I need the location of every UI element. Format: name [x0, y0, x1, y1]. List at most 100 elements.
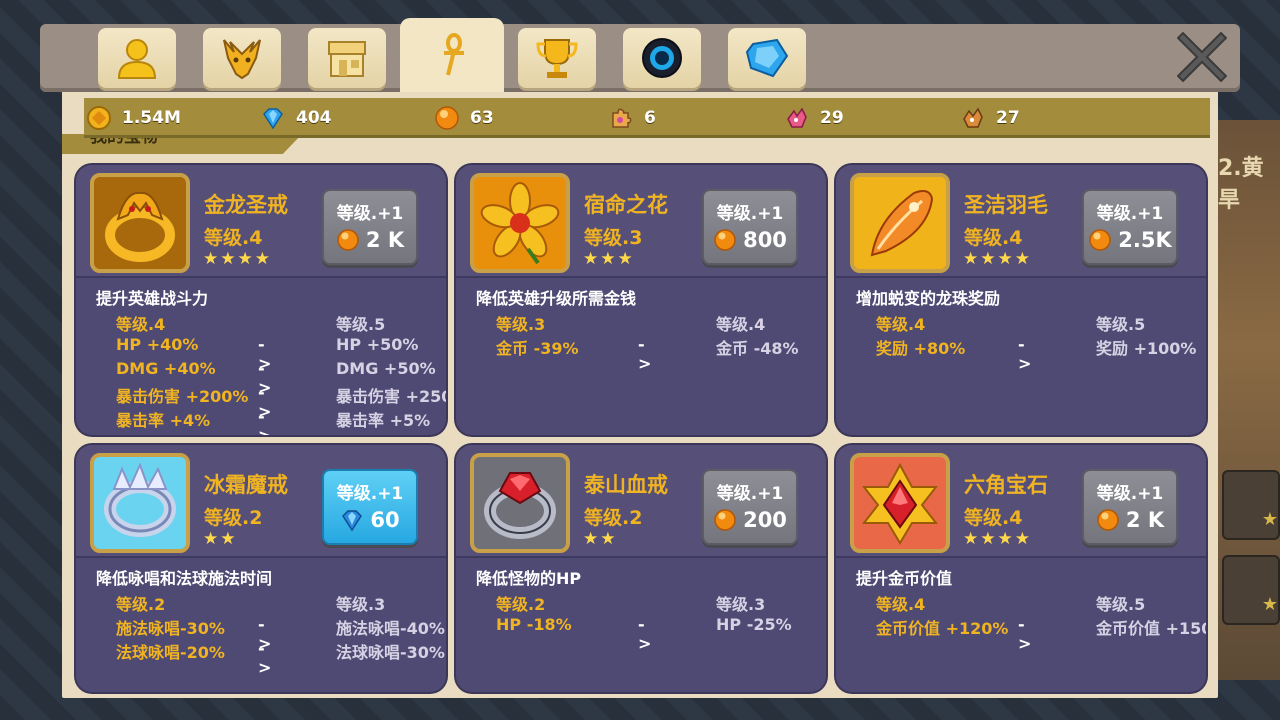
stat-arrow: ->	[258, 639, 272, 677]
stat-arrow: ->	[258, 407, 271, 435]
stat-next: 奖励 +100%	[1096, 339, 1197, 358]
item-icon-frame[interactable]	[850, 453, 950, 553]
treasure-card: 宿命之花 等级.3 ★★★ 等级.+1 800 降低英雄升级所需金钱 等级.3 等…	[456, 165, 826, 435]
dragon-head-icon	[223, 39, 261, 80]
stat-next: 等级.3	[336, 595, 386, 614]
item-name: 金龙圣戒	[204, 193, 288, 217]
gold-coin-icon	[87, 106, 111, 130]
golden-dragon-ring-icon	[105, 191, 175, 262]
shop-stall-icon	[328, 41, 366, 77]
stat-arrow: ->	[1018, 335, 1032, 373]
dragon-ball-icon	[337, 229, 359, 251]
background-slot: ★	[1222, 555, 1280, 625]
stat-current: 暴击伤害 +200%	[116, 387, 249, 406]
treasure-card: 六角宝石 等级.4 ★★★★ 等级.+1 2 K 提升金币价值 等级.4 等级.5…	[836, 445, 1206, 692]
tab-orb[interactable]	[623, 28, 701, 88]
upgrade-button[interactable]: 等级.+1 2.5K	[1082, 189, 1178, 265]
item-name: 圣洁羽毛	[964, 193, 1048, 217]
close-button[interactable]	[1174, 30, 1230, 84]
upgrade-button[interactable]: 等级.+1 200	[702, 469, 798, 545]
item-level: 等级.2	[584, 507, 643, 529]
dragon-ball-icon	[714, 229, 736, 251]
upgrade-label: 等级.+1	[1096, 484, 1164, 504]
blood-ring-icon	[484, 472, 556, 539]
tab-dragon[interactable]	[203, 28, 281, 88]
item-icon-frame[interactable]	[470, 453, 570, 553]
item-level: 等级.4	[204, 227, 263, 249]
item-level: 等级.3	[584, 227, 643, 249]
currency-diamond: 404	[260, 98, 332, 138]
upgrade-label: 等级.+1	[336, 484, 404, 504]
tab-shop[interactable]	[308, 28, 386, 88]
item-level: 等级.2	[204, 507, 263, 529]
stat-current: 等级.4	[876, 315, 926, 334]
upgrade-label: 等级.+1	[1096, 204, 1164, 224]
cost-value: 60	[370, 508, 400, 532]
close-icon	[1177, 32, 1227, 82]
cost-value: 800	[743, 228, 787, 252]
item-stars: ★★★★	[963, 249, 1032, 269]
currency-value: 27	[996, 108, 1020, 128]
upgrade-button[interactable]: 等级.+1 2 K	[322, 189, 418, 265]
brown-creature-icon	[963, 107, 983, 128]
upgrade-cost: 2.5K	[1084, 228, 1176, 252]
tab-achievements[interactable]	[518, 28, 596, 88]
holy-feather-icon	[870, 190, 934, 257]
stat-current: 暴击率 +4%	[116, 411, 211, 430]
currency-puzzle: 6	[608, 98, 656, 138]
item-level: 等级.4	[964, 507, 1023, 529]
trophy-icon	[536, 39, 578, 78]
stat-next: 等级.4	[716, 315, 766, 334]
stat-current: 施法咏唱-30%	[116, 619, 225, 638]
stat-current: 等级.2	[496, 595, 546, 614]
item-description: 降低咏唱和法球施法时间	[96, 569, 273, 588]
currency-value: 63	[470, 108, 494, 128]
dragon-ball-icon	[714, 509, 736, 531]
tab-treasure[interactable]	[400, 18, 504, 92]
cost-value: 200	[743, 508, 787, 532]
upgrade-button[interactable]: 等级.+1 60	[322, 469, 418, 545]
fate-flower-icon	[480, 182, 560, 265]
item-description: 提升金币价值	[856, 569, 953, 588]
item-icon-frame[interactable]	[470, 173, 570, 273]
dark-orb-icon	[642, 38, 682, 78]
stat-current: 法球咏唱-20%	[116, 643, 225, 662]
item-name: 宿命之花	[584, 193, 668, 217]
diamond-icon	[263, 108, 283, 130]
item-name: 六角宝石	[964, 473, 1048, 497]
item-name: 冰霜魔戒	[204, 473, 288, 497]
item-stars: ★★	[583, 529, 618, 549]
stat-next: 等级.5	[1096, 595, 1146, 614]
tab-hero[interactable]	[98, 28, 176, 88]
item-icon-frame[interactable]	[90, 173, 190, 273]
upgrade-cost: 60	[324, 508, 416, 532]
stat-next: 施法咏唱-40%	[336, 619, 445, 638]
stat-next: 等级.3	[716, 595, 766, 614]
upgrade-label: 等级.+1	[716, 204, 784, 224]
stat-arrow: ->	[1018, 615, 1032, 653]
stat-current: DMG +40%	[116, 359, 216, 378]
upgrade-button[interactable]: 等级.+1 800	[702, 189, 798, 265]
currency-value: 29	[820, 108, 844, 128]
stat-current: 金币价值 +120%	[876, 619, 1009, 638]
stat-arrow: ->	[638, 335, 652, 373]
currency-value: 1.54M	[122, 108, 181, 128]
item-stars: ★★★	[583, 249, 635, 269]
cost-value: 2 K	[1125, 508, 1165, 532]
item-icon-frame[interactable]	[90, 453, 190, 553]
upgrade-cost: 2 K	[324, 228, 416, 252]
upgrade-button[interactable]: 等级.+1 2 K	[1082, 469, 1178, 545]
currency-value: 404	[296, 108, 332, 128]
item-icon-frame[interactable]	[850, 173, 950, 273]
star-icon: ★	[1261, 594, 1278, 615]
stat-next: HP +50%	[336, 335, 419, 354]
stat-next: 金币价值 +150%	[1096, 619, 1206, 638]
stat-next: 暴击伤害 +250%	[336, 387, 446, 406]
stat-current: 奖励 +80%	[876, 339, 966, 358]
cost-value: 2 K	[365, 228, 405, 252]
upgrade-cost: 200	[704, 508, 796, 532]
stat-next: 等级.5	[1096, 315, 1146, 334]
stat-next: 金币 -48%	[716, 339, 799, 358]
upgrade-cost: 2 K	[1084, 508, 1176, 532]
tab-gems[interactable]	[728, 28, 806, 88]
